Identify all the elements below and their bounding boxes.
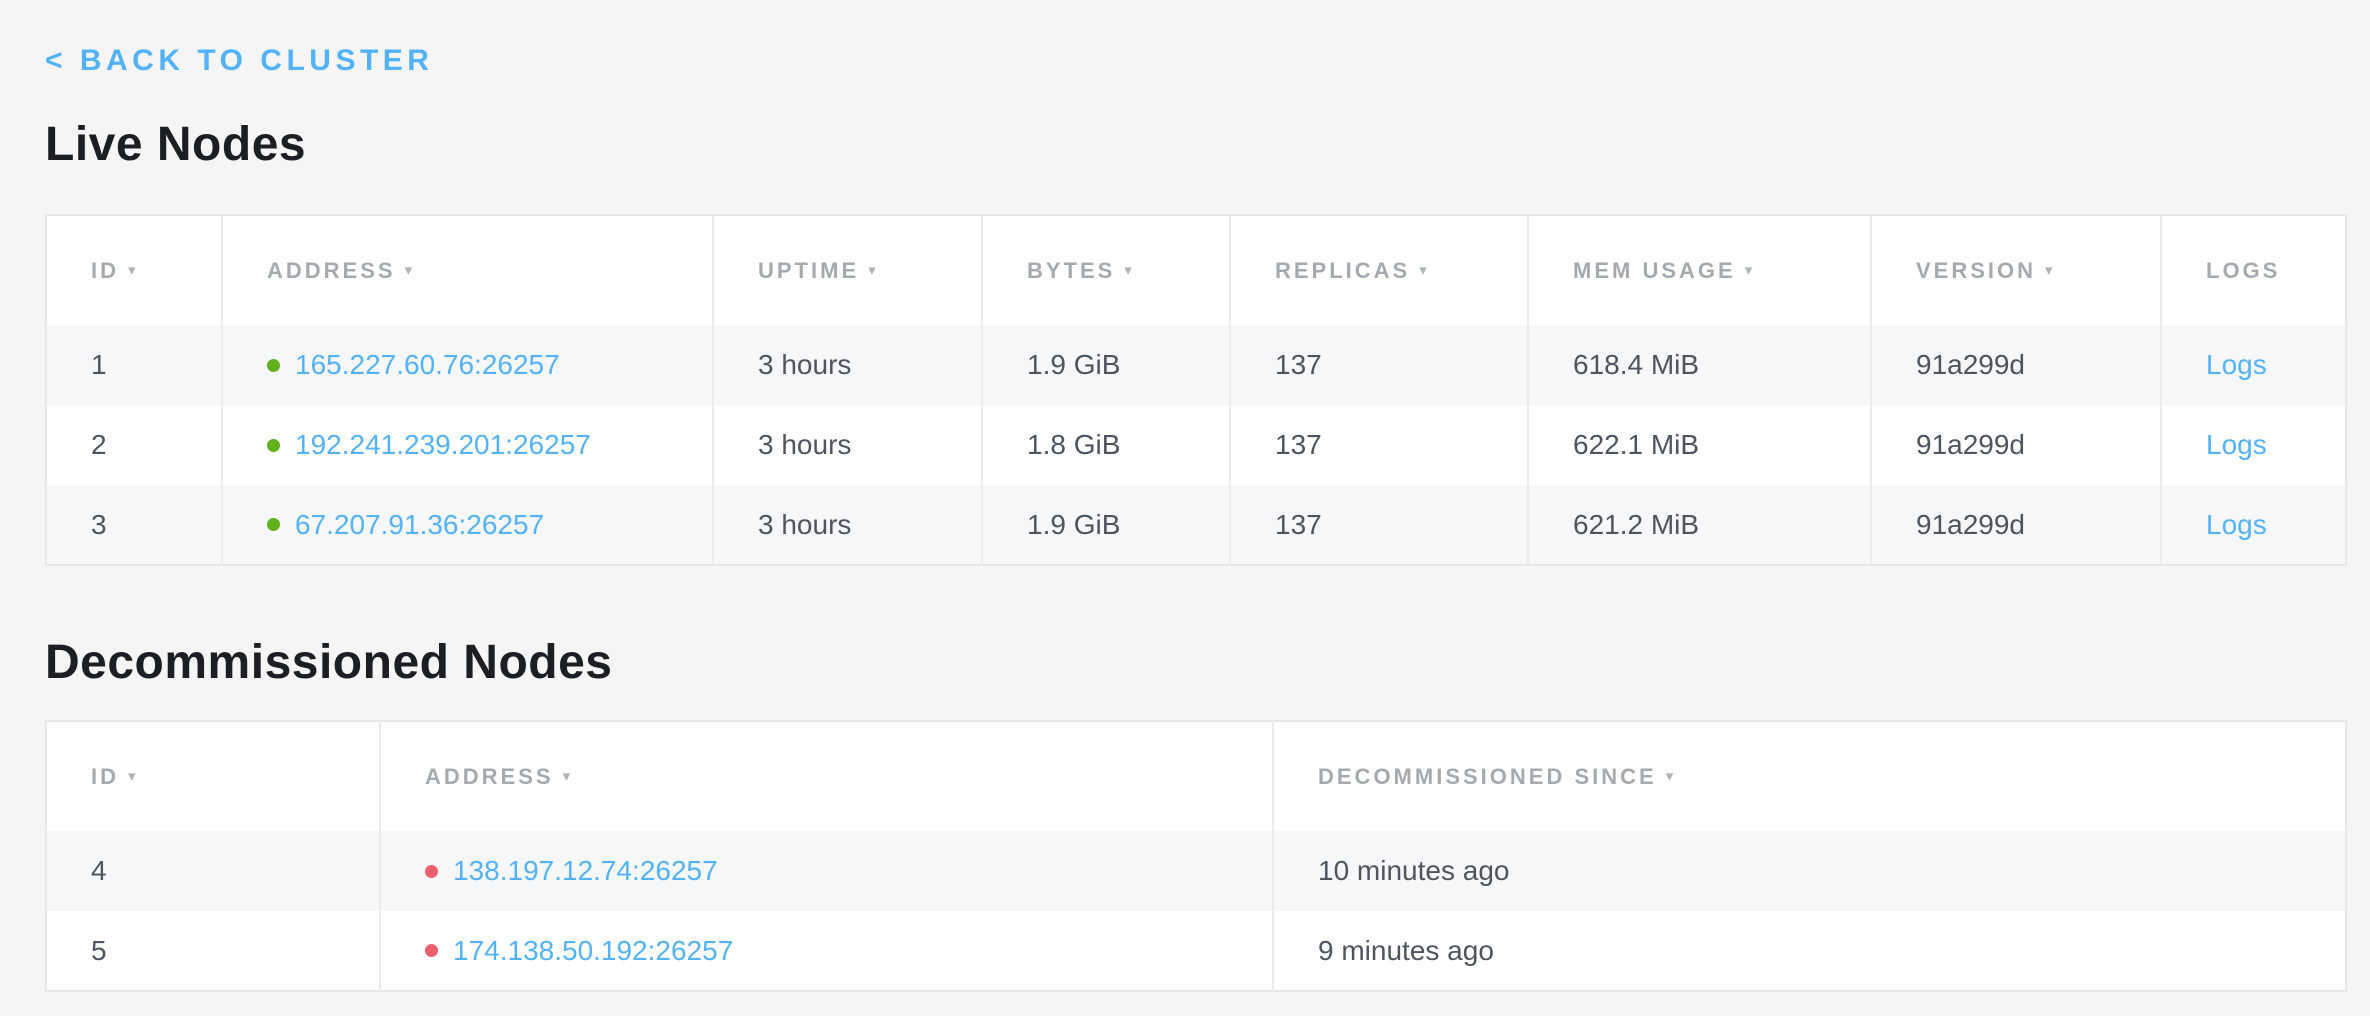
live-status-dot-icon bbox=[267, 439, 280, 452]
column-header-label: LOGS bbox=[2206, 258, 2280, 283]
sort-desc-icon: ▾ bbox=[405, 261, 416, 279]
node-address-link[interactable]: 138.197.12.74:26257 bbox=[453, 855, 718, 887]
node-address-link[interactable]: 67.207.91.36:26257 bbox=[295, 509, 544, 541]
decommissioned-since-cell: 9 minutes ago bbox=[1273, 911, 2346, 991]
decommissioned-nodes-title: Decommissioned Nodes bbox=[45, 636, 2345, 690]
sort-desc-icon: ▾ bbox=[2045, 261, 2056, 279]
decommissioned-since-cell: 10 minutes ago bbox=[1273, 831, 2346, 911]
column-header-bytes[interactable]: BYTES ▾ bbox=[982, 215, 1230, 325]
node-version-cell: 91a299d bbox=[1871, 405, 2161, 485]
table-row: 5 174.138.50.192:26257 9 minutes ago bbox=[46, 911, 2346, 991]
node-replicas-cell: 137 bbox=[1230, 405, 1528, 485]
node-logs-cell: Logs bbox=[2161, 405, 2346, 485]
live-nodes-header-row: ID ▾ ADDRESS ▾ UPTIME ▾ BYTES ▾ REPLICAS ▾ ME… bbox=[46, 215, 2346, 325]
live-nodes-title: Live Nodes bbox=[45, 118, 2345, 172]
column-header-label: ADDRESS bbox=[425, 764, 554, 789]
column-header-uptime[interactable]: UPTIME ▾ bbox=[713, 215, 982, 325]
sort-desc-icon: ▾ bbox=[868, 261, 879, 279]
sort-desc-icon: ▾ bbox=[563, 767, 574, 785]
node-version-cell: 91a299d bbox=[1871, 485, 2161, 565]
node-id-cell: 1 bbox=[46, 325, 222, 405]
node-bytes-cell: 1.9 GiB bbox=[982, 485, 1230, 565]
live-nodes-table: ID ▾ ADDRESS ▾ UPTIME ▾ BYTES ▾ REPLICAS ▾ ME… bbox=[45, 214, 2347, 566]
column-header-mem-usage[interactable]: MEM USAGE ▾ bbox=[1528, 215, 1871, 325]
column-header-label: UPTIME bbox=[758, 258, 859, 283]
sort-desc-icon: ▾ bbox=[1666, 767, 1677, 785]
column-header-label: BYTES bbox=[1027, 258, 1115, 283]
node-uptime-cell: 3 hours bbox=[713, 325, 982, 405]
node-address-cell: 138.197.12.74:26257 bbox=[380, 831, 1273, 911]
node-replicas-cell: 137 bbox=[1230, 485, 1528, 565]
live-status-dot-icon bbox=[267, 359, 280, 372]
table-row: 4 138.197.12.74:26257 10 minutes ago bbox=[46, 831, 2346, 911]
node-bytes-cell: 1.8 GiB bbox=[982, 405, 1230, 485]
table-row: 3 67.207.91.36:26257 3 hours 1.9 GiB 137… bbox=[46, 485, 2346, 565]
column-header-address[interactable]: ADDRESS ▾ bbox=[222, 215, 713, 325]
sort-desc-icon: ▾ bbox=[128, 261, 139, 279]
decommissioned-nodes-table: ID ▾ ADDRESS ▾ DECOMMISSIONED SINCE ▾ 4 138… bbox=[45, 720, 2347, 992]
node-address-link[interactable]: 165.227.60.76:26257 bbox=[295, 349, 560, 381]
node-logs-cell: Logs bbox=[2161, 325, 2346, 405]
node-replicas-cell: 137 bbox=[1230, 325, 1528, 405]
table-row: 1 165.227.60.76:26257 3 hours 1.9 GiB 13… bbox=[46, 325, 2346, 405]
node-uptime-cell: 3 hours bbox=[713, 485, 982, 565]
node-bytes-cell: 1.9 GiB bbox=[982, 325, 1230, 405]
node-address-link[interactable]: 192.241.239.201:26257 bbox=[295, 429, 591, 461]
node-address-cell: 165.227.60.76:26257 bbox=[222, 325, 713, 405]
node-mem-usage-cell: 621.2 MiB bbox=[1528, 485, 1871, 565]
node-mem-usage-cell: 618.4 MiB bbox=[1528, 325, 1871, 405]
node-id-cell: 2 bbox=[46, 405, 222, 485]
column-header-replicas[interactable]: REPLICAS ▾ bbox=[1230, 215, 1528, 325]
decommissioned-nodes-header-row: ID ▾ ADDRESS ▾ DECOMMISSIONED SINCE ▾ bbox=[46, 721, 2346, 831]
sort-desc-icon: ▾ bbox=[128, 767, 139, 785]
column-header-id[interactable]: ID ▾ bbox=[46, 721, 380, 831]
back-to-cluster-link[interactable]: < BACK TO CLUSTER bbox=[45, 44, 433, 78]
column-header-label: ADDRESS bbox=[267, 258, 396, 283]
column-header-label: MEM USAGE bbox=[1573, 258, 1736, 283]
column-header-label: VERSION bbox=[1916, 258, 2036, 283]
table-row: 2 192.241.239.201:26257 3 hours 1.8 GiB … bbox=[46, 405, 2346, 485]
node-logs-link[interactable]: Logs bbox=[2206, 349, 2267, 380]
sort-desc-icon: ▾ bbox=[1124, 261, 1135, 279]
node-id-cell: 5 bbox=[46, 911, 380, 991]
sort-desc-icon: ▾ bbox=[1419, 261, 1430, 279]
column-header-id[interactable]: ID ▾ bbox=[46, 215, 222, 325]
column-header-decommissioned-since[interactable]: DECOMMISSIONED SINCE ▾ bbox=[1273, 721, 2346, 831]
decommissioned-status-dot-icon bbox=[425, 865, 438, 878]
decommissioned-status-dot-icon bbox=[425, 944, 438, 957]
node-mem-usage-cell: 622.1 MiB bbox=[1528, 405, 1871, 485]
live-status-dot-icon bbox=[267, 518, 280, 531]
column-header-address[interactable]: ADDRESS ▾ bbox=[380, 721, 1273, 831]
node-address-cell: 192.241.239.201:26257 bbox=[222, 405, 713, 485]
node-id-cell: 4 bbox=[46, 831, 380, 911]
sort-desc-icon: ▾ bbox=[1745, 261, 1756, 279]
node-logs-cell: Logs bbox=[2161, 485, 2346, 565]
node-address-cell: 174.138.50.192:26257 bbox=[380, 911, 1273, 991]
column-header-label: ID bbox=[91, 764, 119, 789]
node-logs-link[interactable]: Logs bbox=[2206, 429, 2267, 460]
node-logs-link[interactable]: Logs bbox=[2206, 509, 2267, 540]
column-header-logs: LOGS bbox=[2161, 215, 2346, 325]
node-address-link[interactable]: 174.138.50.192:26257 bbox=[453, 935, 733, 967]
node-address-cell: 67.207.91.36:26257 bbox=[222, 485, 713, 565]
column-header-label: DECOMMISSIONED SINCE bbox=[1318, 764, 1657, 789]
node-id-cell: 3 bbox=[46, 485, 222, 565]
node-version-cell: 91a299d bbox=[1871, 325, 2161, 405]
node-uptime-cell: 3 hours bbox=[713, 405, 982, 485]
column-header-label: ID bbox=[91, 258, 119, 283]
column-header-label: REPLICAS bbox=[1275, 258, 1410, 283]
column-header-version[interactable]: VERSION ▾ bbox=[1871, 215, 2161, 325]
